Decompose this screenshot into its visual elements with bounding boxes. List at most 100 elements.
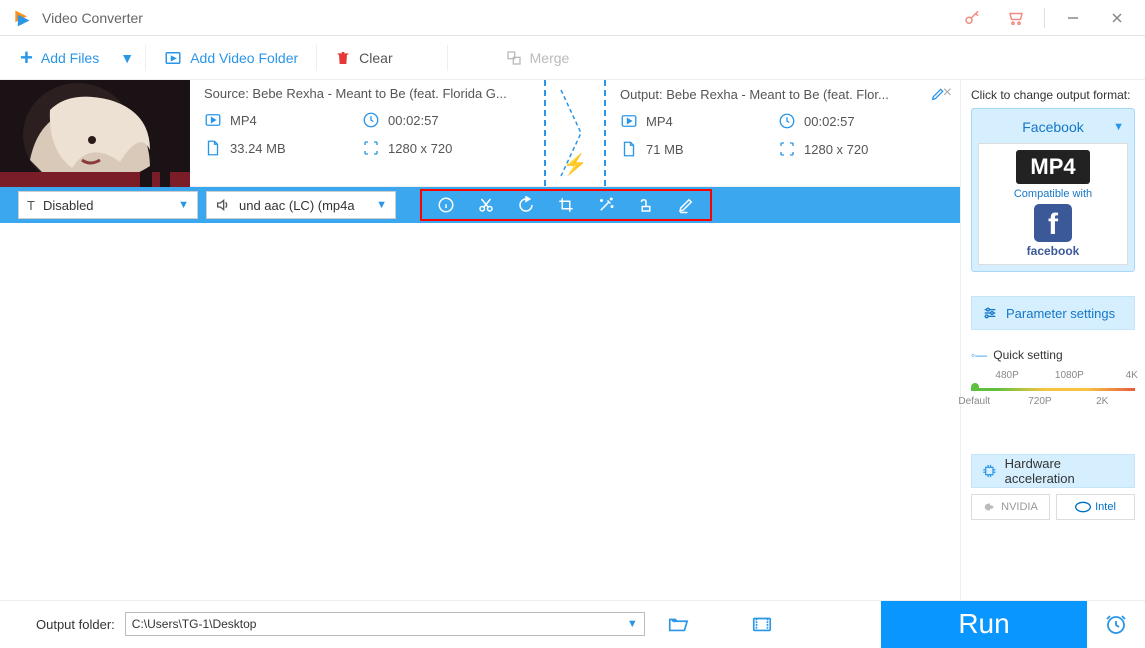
nvidia-icon <box>983 500 997 514</box>
source-block: Source: Bebe Rexha - Meant to Be (feat. … <box>190 80 546 186</box>
facebook-icon: f facebook <box>985 204 1121 258</box>
open-folder-button[interactable] <box>661 609 695 639</box>
add-video-folder-button[interactable]: Add Video Folder <box>150 41 312 75</box>
chip-icon <box>982 463 997 479</box>
source-filename: Source: Bebe Rexha - Meant to Be (feat. … <box>204 86 530 101</box>
chevron-down-icon: ▼ <box>376 199 387 211</box>
watermark-tool-icon[interactable] <box>626 191 666 219</box>
output-filename: Output: Bebe Rexha - Meant to Be (feat. … <box>620 87 922 102</box>
video-format-icon <box>204 111 222 129</box>
quality-slider[interactable]: 480P 1080P 4K Default 720P 2K <box>971 386 1135 418</box>
clear-button[interactable]: Clear <box>321 41 406 75</box>
chevron-down-icon: ▼ <box>1113 121 1124 133</box>
output-duration: 00:02:57 <box>778 112 918 130</box>
title-bar: Video Converter <box>0 0 1145 36</box>
sliders-icon <box>982 305 998 321</box>
parameter-settings-button[interactable]: Parameter settings <box>971 296 1135 330</box>
intel-badge: Intel <box>1056 494 1135 520</box>
add-files-dropdown[interactable]: ▼ <box>113 41 141 75</box>
file-icon <box>204 139 222 157</box>
right-panel: Click to change output format: Facebook … <box>960 80 1145 604</box>
compatible-label: Compatible with <box>985 188 1121 200</box>
app-logo-icon <box>12 8 32 28</box>
quick-setting-label-row: ◦— Quick setting <box>971 348 1135 362</box>
format-name: Facebook <box>1022 119 1083 135</box>
app-title: Video Converter <box>42 10 143 26</box>
bolt-icon: ⚡ <box>563 152 588 177</box>
output-folder-label: Output folder: <box>36 617 115 632</box>
conversion-arrow: ⚡ <box>546 80 606 186</box>
add-folder-label: Add Video Folder <box>190 50 298 66</box>
merge-icon <box>506 50 522 66</box>
format-badge: MP4 <box>1016 150 1089 184</box>
bottom-bar: Output folder: C:\Users\TG-1\Desktop ▼ R… <box>0 600 1145 647</box>
source-filesize: 33.24 MB <box>204 139 344 157</box>
source-duration: 00:02:57 <box>362 111 502 129</box>
output-filename-row: Output: Bebe Rexha - Meant to Be (feat. … <box>620 86 946 102</box>
tick-4k: 4K <box>1126 370 1138 381</box>
output-format: MP4 <box>620 112 760 130</box>
tick-480p: 480P <box>995 370 1018 381</box>
intel-icon <box>1075 501 1091 513</box>
resolution-icon <box>362 139 380 157</box>
info-tool-icon[interactable] <box>426 191 466 219</box>
clock-icon <box>778 112 796 130</box>
effects-tool-icon[interactable] <box>586 191 626 219</box>
quick-setting-icon: ◦— <box>971 348 987 362</box>
format-name-row: Facebook ▼ <box>978 115 1128 143</box>
tick-2k: 2K <box>1096 396 1108 407</box>
output-folder-path: C:\Users\TG-1\Desktop <box>132 617 627 631</box>
plus-icon: + <box>20 45 33 71</box>
hardware-acceleration-label: Hardware acceleration <box>1005 456 1124 486</box>
main-toolbar: + Add Files ▼ Add Video Folder Clear Mer… <box>0 36 1145 80</box>
output-folder-dropdown[interactable]: C:\Users\TG-1\Desktop ▼ <box>125 612 645 636</box>
video-thumbnail[interactable] <box>0 80 190 187</box>
tick-default: Default <box>958 396 990 407</box>
settings-folder-button[interactable] <box>745 609 779 639</box>
source-resolution: 1280 x 720 <box>362 139 502 157</box>
clock-icon <box>362 111 380 129</box>
file-list: Source: Bebe Rexha - Meant to Be (feat. … <box>0 80 960 604</box>
audio-track-dropdown[interactable]: und aac (LC) (mp4a ▼ <box>206 191 396 219</box>
speaker-icon <box>215 197 231 213</box>
video-format-icon <box>620 112 638 130</box>
clear-label: Clear <box>359 50 392 66</box>
output-block: Output: Bebe Rexha - Meant to Be (feat. … <box>606 80 960 186</box>
crop-tool-icon[interactable] <box>546 191 586 219</box>
folder-video-icon <box>164 49 182 67</box>
hardware-acceleration-row[interactable]: Hardware acceleration <box>971 454 1135 488</box>
trash-icon <box>335 50 351 66</box>
item-edit-bar: T Disabled ▼ und aac (LC) (mp4a ▼ <box>0 187 960 223</box>
tick-1080p: 1080P <box>1055 370 1084 381</box>
run-label: Run <box>958 608 1009 640</box>
parameter-settings-label: Parameter settings <box>1006 306 1115 321</box>
trim-tool-icon[interactable] <box>466 191 506 219</box>
file-details: Source: Bebe Rexha - Meant to Be (feat. … <box>190 80 960 186</box>
rotate-tool-icon[interactable] <box>506 191 546 219</box>
subtitle-dropdown[interactable]: T Disabled ▼ <box>18 191 198 219</box>
format-preview: MP4 Compatible with f facebook <box>978 143 1128 265</box>
output-resolution: 1280 x 720 <box>778 140 918 158</box>
tick-720p: 720P <box>1028 396 1051 407</box>
edit-tools-highlight <box>420 189 712 221</box>
close-button[interactable] <box>1095 0 1139 36</box>
add-files-button[interactable]: + Add Files <box>6 41 113 75</box>
chevron-down-icon: ▼ <box>178 199 189 211</box>
register-key-icon[interactable] <box>950 0 994 36</box>
hw-vendors: NVIDIA Intel <box>971 494 1135 520</box>
slider-knob[interactable] <box>971 383 979 391</box>
output-format-card[interactable]: Facebook ▼ MP4 Compatible with f faceboo… <box>971 108 1135 272</box>
chevron-down-icon: ▼ <box>627 618 638 630</box>
minimize-button[interactable] <box>1051 0 1095 36</box>
output-filesize: 71 MB <box>620 140 760 158</box>
merge-button: Merge <box>492 41 584 75</box>
subtitle-tool-icon[interactable] <box>666 191 706 219</box>
quick-setting-label: Quick setting <box>993 348 1062 362</box>
run-button[interactable]: Run <box>881 601 1087 648</box>
add-files-label: Add Files <box>41 50 99 66</box>
remove-item-button[interactable]: × <box>943 84 952 102</box>
cart-icon[interactable] <box>994 0 1038 36</box>
source-format: MP4 <box>204 111 344 129</box>
schedule-button[interactable] <box>1087 601 1145 648</box>
audio-track-value: und aac (LC) (mp4a <box>239 198 376 213</box>
